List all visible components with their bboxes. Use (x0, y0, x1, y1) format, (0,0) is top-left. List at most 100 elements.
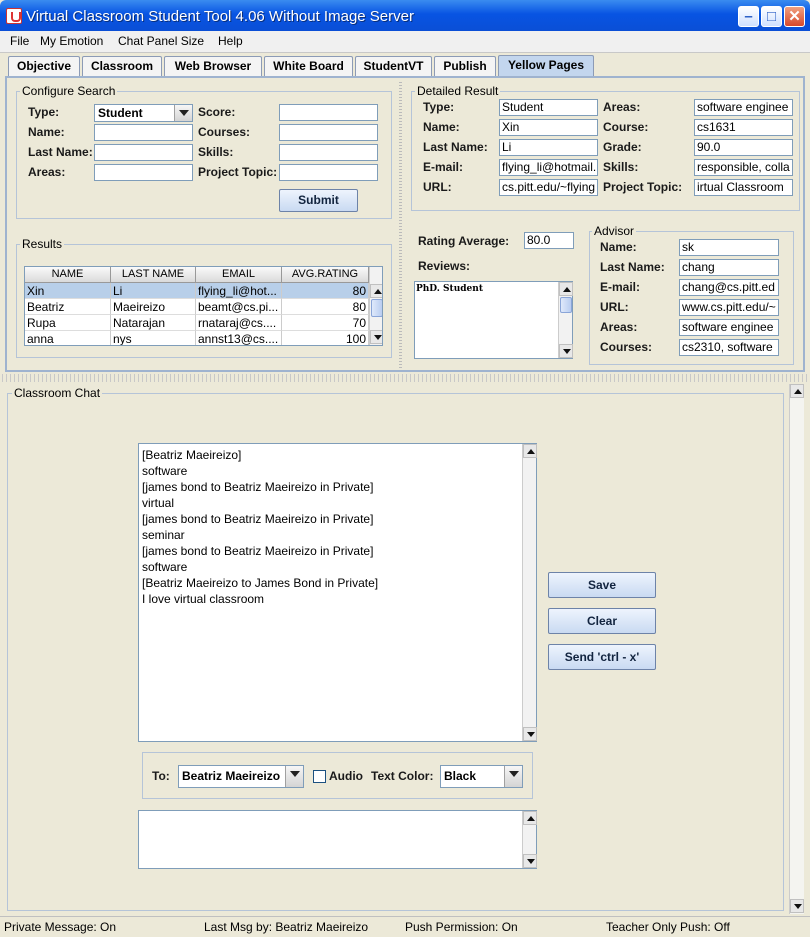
areas-input[interactable] (94, 164, 193, 181)
dr-skills-label: Skills: (603, 160, 639, 174)
dr-email-label: E-mail: (423, 160, 464, 174)
tab-yellow-pages[interactable]: Yellow Pages (498, 55, 594, 77)
scroll-down-icon[interactable] (523, 854, 537, 868)
chevron-down-icon[interactable] (174, 105, 192, 121)
col-name[interactable]: NAME (25, 267, 111, 283)
scroll-up-icon[interactable] (523, 444, 537, 458)
rating-average-label: Rating Average: (418, 234, 510, 248)
tab-web-browser[interactable]: Web Browser (164, 56, 262, 77)
message-input[interactable] (138, 810, 537, 869)
col-avg-rating[interactable]: AVG.RATING (282, 267, 369, 283)
adv-name-label: Name: (600, 240, 637, 254)
table-row[interactable]: Beatriz Maeireizo beamt@cs.pi... 80 (25, 299, 369, 315)
cell: 80 (282, 283, 369, 299)
dr-areas-field[interactable]: software enginee (694, 99, 793, 116)
tab-objective[interactable]: Objective (8, 56, 80, 77)
skills-input[interactable] (279, 144, 378, 161)
split-divider[interactable] (399, 80, 402, 368)
recipient-select[interactable]: Beatriz Maeireizo (178, 765, 304, 788)
menu-file[interactable]: File (10, 34, 29, 48)
audio-label: Audio (329, 769, 363, 783)
dr-type-label: Type: (423, 100, 455, 114)
table-row[interactable]: Rupa Natarajan rnataraj@cs.... 70 (25, 315, 369, 331)
scroll-up-icon[interactable] (523, 811, 537, 825)
cell: beamt@cs.pi... (196, 299, 282, 315)
minimize-button[interactable]: – (738, 6, 759, 27)
results-scrollbar[interactable] (369, 267, 382, 345)
chat-line: software (142, 560, 188, 574)
chat-split-divider[interactable] (0, 374, 810, 382)
chat-log[interactable]: [Beatriz Maeireizo] software [james bond… (138, 443, 537, 742)
dr-course-label: Course: (603, 120, 649, 134)
reviews-textarea[interactable]: PhD. Student (414, 281, 573, 359)
tab-studentvt[interactable]: StudentVT (355, 56, 432, 77)
tab-classroom[interactable]: Classroom (82, 56, 162, 77)
adv-courses-field[interactable]: cs2310, software (679, 339, 779, 356)
chat-line: [james bond to Beatriz Maeireizo in Priv… (142, 544, 374, 558)
status-last-message: Last Msg by: Beatriz Maeireizo (204, 920, 369, 934)
dr-lastname-field[interactable]: Li (499, 139, 598, 156)
chat-line: virtual (142, 496, 175, 510)
cell: anna (25, 331, 111, 345)
cell: Maeireizo (111, 299, 196, 315)
name-input[interactable] (94, 124, 193, 141)
courses-input[interactable] (279, 124, 378, 141)
adv-email-field[interactable]: chang@cs.pitt.ed (679, 279, 779, 296)
status-bar: Private Message: On Last Msg by: Beatriz… (0, 916, 810, 937)
adv-lastname-field[interactable]: chang (679, 259, 779, 276)
menu-chat-panel-size[interactable]: Chat Panel Size (118, 34, 204, 48)
maximize-button[interactable]: □ (761, 6, 782, 27)
cell: 70 (282, 315, 369, 331)
scroll-down-icon[interactable] (559, 344, 573, 358)
chat-log-scrollbar[interactable] (522, 444, 537, 741)
send-button[interactable]: Send 'ctrl - x' (548, 644, 656, 670)
scroll-up-icon[interactable] (790, 384, 804, 398)
close-button[interactable]: ✕ (784, 6, 805, 27)
rating-average-field[interactable]: 80.0 (524, 232, 574, 249)
type-select[interactable]: Student (94, 104, 193, 122)
dr-email-field[interactable]: flying_li@hotmail. (499, 159, 598, 176)
menu-help[interactable]: Help (218, 34, 243, 48)
areas-label: Areas: (28, 165, 66, 179)
scroll-thumb[interactable] (560, 297, 572, 313)
lastname-input[interactable] (94, 144, 193, 161)
chevron-down-icon[interactable] (285, 766, 303, 787)
submit-button[interactable]: Submit (279, 189, 358, 212)
message-input-scrollbar[interactable] (522, 811, 537, 868)
chat-panel-scrollbar[interactable] (789, 384, 804, 914)
adv-url-field[interactable]: www.cs.pitt.edu/~ (679, 299, 779, 316)
results-table: NAME LAST NAME EMAIL AVG.RATING Xin Li f… (24, 266, 383, 346)
adv-email-label: E-mail: (600, 280, 641, 294)
scroll-down-icon[interactable] (523, 727, 537, 741)
tab-white-board[interactable]: White Board (264, 56, 353, 77)
scroll-down-icon[interactable] (370, 330, 382, 344)
scroll-thumb[interactable] (371, 299, 382, 317)
text-color-select[interactable]: Black (440, 765, 523, 788)
dr-grade-field[interactable]: 90.0 (694, 139, 793, 156)
table-row[interactable]: anna nys annst13@cs.... 100 (25, 331, 369, 345)
clear-button[interactable]: Clear (548, 608, 656, 634)
col-email[interactable]: EMAIL (196, 267, 282, 283)
reviews-scrollbar[interactable] (558, 282, 573, 358)
audio-checkbox[interactable] (313, 770, 326, 783)
menu-my-emotion[interactable]: My Emotion (40, 34, 103, 48)
adv-name-field[interactable]: sk (679, 239, 779, 256)
scroll-up-icon[interactable] (559, 282, 573, 296)
adv-areas-field[interactable]: software enginee (679, 319, 779, 336)
save-button[interactable]: Save (548, 572, 656, 598)
dr-project-field[interactable]: irtual Classroom (694, 179, 793, 196)
chevron-down-icon[interactable] (504, 766, 522, 787)
col-last-name[interactable]: LAST NAME (111, 267, 196, 283)
score-input[interactable] (279, 104, 378, 121)
dr-type-field[interactable]: Student (499, 99, 598, 116)
dr-course-field[interactable]: cs1631 (694, 119, 793, 136)
dr-url-field[interactable]: cs.pitt.edu/~flying (499, 179, 598, 196)
menu-bar: File My Emotion Chat Panel Size Help (0, 31, 810, 53)
scroll-up-icon[interactable] (370, 284, 382, 298)
tab-publish[interactable]: Publish (434, 56, 496, 77)
scroll-down-icon[interactable] (790, 899, 804, 913)
project-topic-input[interactable] (279, 164, 378, 181)
dr-name-field[interactable]: Xin (499, 119, 598, 136)
table-row[interactable]: Xin Li flying_li@hot... 80 (25, 283, 369, 299)
dr-skills-field[interactable]: responsible, colla (694, 159, 793, 176)
